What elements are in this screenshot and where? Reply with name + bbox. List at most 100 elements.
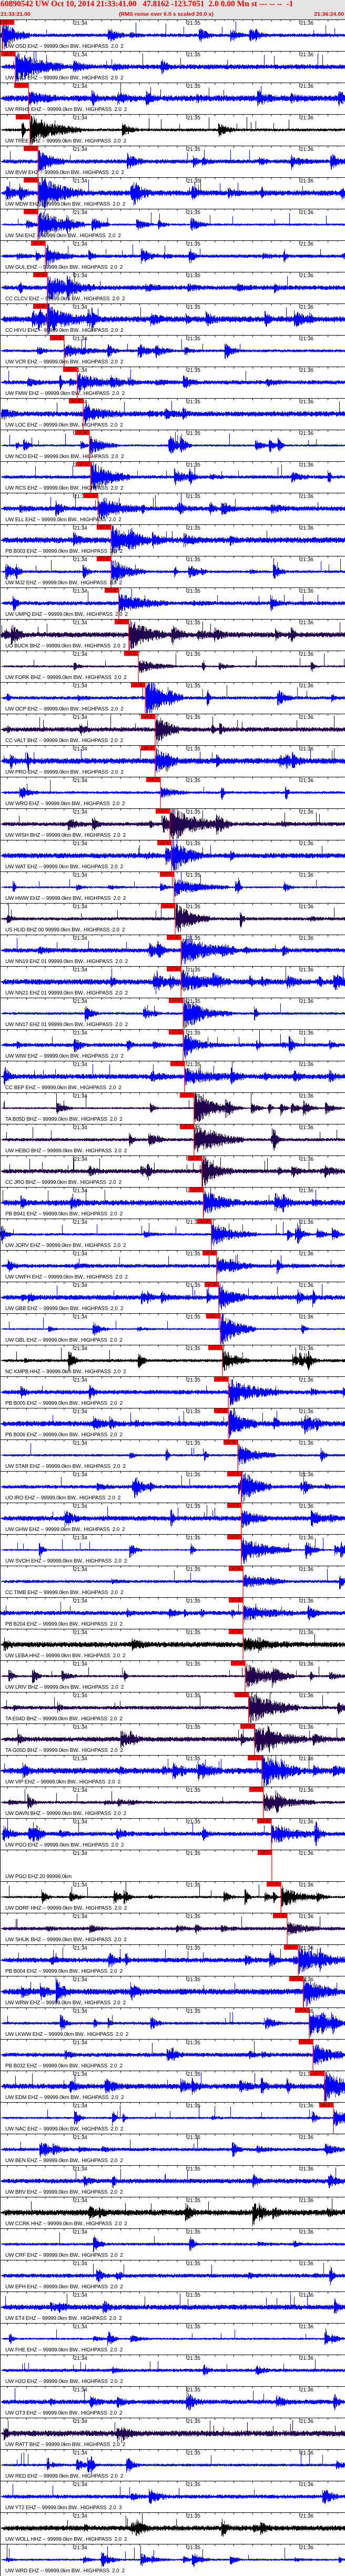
time-tick-label: 21:35 — [187, 1567, 200, 1573]
pick-marker[interactable]: xT 4 — [197, 1219, 211, 1224]
time-ticks — [7, 2512, 338, 2517]
pick-marker[interactable]: xT 4 — [24, 146, 38, 151]
time-tick-label: 21:35 — [187, 936, 200, 941]
time-tick-label: 21:35 — [187, 2229, 200, 2235]
pick-marker[interactable]: xT 4 — [229, 1598, 243, 1603]
time-tick-label: 21:35 — [187, 494, 200, 500]
time-tick-label: 21:34 — [74, 336, 87, 342]
time-tick-label: 21:35 — [187, 1346, 200, 1352]
pick-marker[interactable]: xT 4 — [97, 556, 111, 561]
pick-marker[interactable]: xT 4 — [97, 525, 111, 530]
pick-marker[interactable]: xT 4 — [31, 241, 46, 246]
pick-marker[interactable]: xT 4 — [33, 304, 47, 309]
pick-marker[interactable]: xT 4 — [299, 2040, 313, 2044]
time-tick-label: 21:35 — [187, 715, 200, 721]
pick-marker[interactable]: xT 4 — [104, 588, 119, 593]
pick-marker[interactable]: xT 4 — [240, 1724, 255, 1729]
pick-marker[interactable]: xT 4 — [187, 1156, 202, 1161]
pick-marker[interactable]: xT 4 — [24, 178, 38, 182]
time-tick-label: 21:36 — [300, 2545, 313, 2551]
pick-marker[interactable]: xT 4 — [284, 1945, 299, 1950]
pick-marker[interactable]: xT 4 — [202, 1251, 217, 1255]
time-tick-label: 21:36 — [300, 1251, 313, 1257]
pick-marker[interactable]: xT 4 — [169, 998, 184, 1003]
pick-marker[interactable]: xT 4 — [227, 1503, 241, 1508]
pick-marker[interactable]: xT 4 — [155, 809, 170, 814]
trace-panel: 21:34 21:35 21:36 xT 4 UW UMPQ EHZ -- 99999.… — [0, 587, 345, 619]
pick-marker[interactable]: xT 4 — [141, 714, 156, 719]
station-label: UW HEBO BHZ -- 99999.0km BW.. HIGHPASS 2… — [5, 1148, 127, 1154]
pick-marker[interactable]: xT 4 — [141, 746, 156, 751]
pick-marker[interactable]: xT 4 — [231, 1661, 245, 1666]
pick-marker[interactable]: xT 4 — [227, 1472, 241, 1476]
time-tick-label: 21:34 — [74, 1314, 87, 1320]
time-tick-label: 21:36 — [300, 178, 313, 184]
pick-marker[interactable]: xT 4 — [75, 430, 89, 435]
pick-marker[interactable]: xT 4 — [229, 1629, 243, 1634]
time-tick-label: 21:35 — [187, 1882, 200, 1888]
time-tick-label: 21:35 — [187, 1661, 200, 1667]
station-label: UW SNI EHZ -- 99999.0km BW.. HIGHPASS 2.… — [5, 233, 121, 239]
pick-marker[interactable]: xT 4 — [319, 2103, 333, 2107]
time-tick-label: 21:35 — [187, 1409, 200, 1415]
pick-marker[interactable]: xT 4 — [167, 967, 181, 971]
pick-marker[interactable]: xT 4 — [167, 935, 181, 940]
pick-marker[interactable]: xT 4 — [69, 399, 84, 403]
pick-marker[interactable]: xT 4 — [1, 52, 16, 56]
pick-marker[interactable]: xT 4 — [189, 1188, 204, 1192]
pick-marker[interactable]: xT 4 — [214, 1377, 229, 1382]
station-label: CC CLCV EHZ -- 99999.0km BW.. HIGHPASS 2… — [5, 296, 125, 302]
time-tick-label: 21:35 — [187, 2356, 200, 2361]
pick-marker[interactable]: xT 4 — [214, 1408, 229, 1413]
pick-marker[interactable]: xT 4 — [272, 1913, 287, 1918]
pick-marker[interactable]: xT 4 — [289, 1976, 303, 1981]
pick-marker[interactable]: xT 4 — [63, 367, 77, 372]
pick-marker[interactable]: xT 4 — [170, 1061, 185, 1066]
pick-marker[interactable]: xT 4 — [0, 20, 14, 25]
time-tick-label: 21:36 — [300, 210, 313, 216]
pick-marker[interactable]: xT 4 — [229, 1566, 243, 1571]
pick-marker[interactable]: xT 4 — [14, 83, 29, 88]
pick-marker[interactable]: xT 4 — [257, 1819, 271, 1823]
station-label: UW FORK BHZ -- 99999.0km BW.. HIGHPASS 2… — [5, 675, 127, 681]
pick-marker[interactable]: xT 4 — [204, 1282, 219, 1287]
trace-panel: 21:34 21:35 21:36 UW OT3 EHZ -- 99999.0km B… — [0, 2386, 345, 2418]
time-tick-label: 21:34 — [74, 2229, 87, 2235]
pick-marker[interactable]: xT 4 — [179, 1124, 194, 1129]
pick-marker[interactable]: xT 4 — [161, 904, 176, 908]
pick-marker[interactable]: xT 4 — [159, 872, 174, 877]
pick-marker[interactable]: xT 4 — [84, 493, 98, 498]
time-tick-label: 21:35 — [187, 999, 200, 1005]
pick-marker[interactable]: xT 4 — [295, 2008, 309, 2013]
time-tick-label: 21:35 — [187, 2103, 200, 2109]
pick-marker[interactable]: xT 4 — [33, 272, 47, 277]
time-tick-label: 21:36 — [300, 1220, 313, 1225]
pick-marker[interactable]: xT 4 — [157, 840, 171, 845]
pick-marker[interactable]: xT 4 — [227, 1535, 241, 1539]
pick-marker[interactable]: xT 4 — [179, 1093, 194, 1098]
pick-marker[interactable]: xT 4 — [310, 2071, 324, 2076]
pick-marker[interactable]: xT 4 — [224, 1440, 238, 1445]
time-tick-label: 21:34 — [74, 620, 87, 626]
pick-marker[interactable]: xT 4 — [24, 209, 38, 214]
pick-marker[interactable]: xT 4 — [146, 777, 161, 782]
pick-marker[interactable]: xT 4 — [267, 1882, 281, 1887]
pick-marker[interactable]: xT 4 — [49, 336, 64, 340]
pick-marker[interactable]: xT 4 — [249, 1787, 263, 1792]
pick-marker[interactable]: xT 4 — [247, 1756, 262, 1760]
pick-marker[interactable]: xT 4 — [208, 1345, 222, 1350]
trace-panel: 21:34 21:35 21:36 xT 4 UW VIP EHZ -- 99999.0… — [0, 1755, 345, 1787]
pick-marker[interactable]: xT 4 — [257, 1850, 272, 1855]
time-tick-label: 21:35 — [187, 1788, 200, 1793]
time-tick-label: 21:36 — [300, 1377, 313, 1383]
station-label: UW CRF EHZ -- 99999.0km BW.. HIGHPASS 2.… — [5, 2253, 123, 2258]
pick-marker[interactable]: xT 4 — [124, 651, 139, 656]
pick-marker[interactable]: xT 4 — [169, 1030, 184, 1035]
pick-marker[interactable]: xT 4 — [15, 115, 30, 119]
pick-marker[interactable]: xT 4 — [76, 462, 91, 466]
pick-marker[interactable]: xT 4 — [206, 1314, 221, 1319]
pick-marker[interactable]: xT 4 — [114, 620, 129, 624]
pick-marker[interactable]: xT 4 — [131, 683, 146, 687]
pick-marker[interactable]: xT 4 — [234, 1692, 249, 1697]
time-tick-label: 21:36 — [300, 273, 313, 279]
